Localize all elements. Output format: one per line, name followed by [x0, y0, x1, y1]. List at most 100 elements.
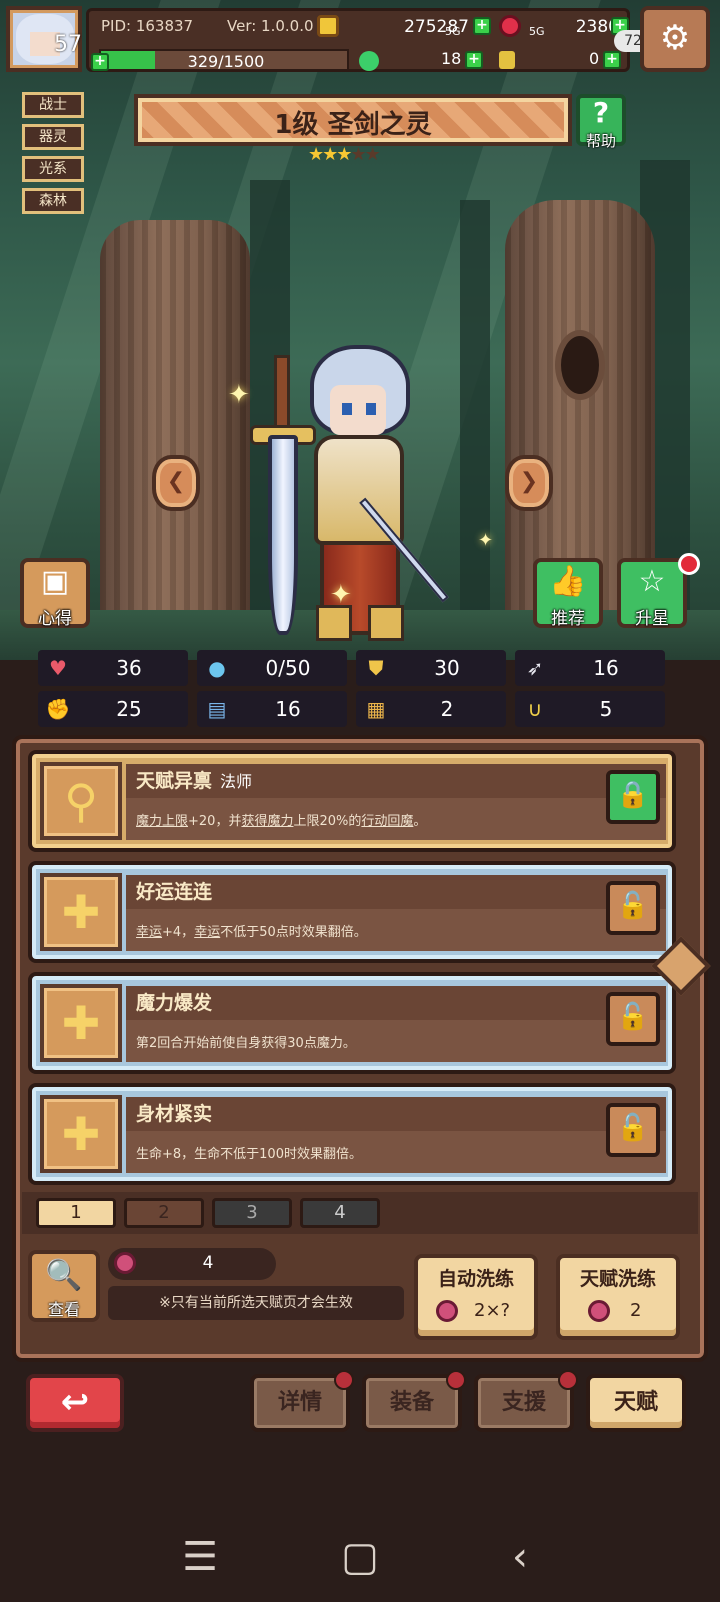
add-gold-button[interactable]: + — [473, 17, 491, 35]
stat-value: 0/50 — [265, 656, 311, 680]
insight-button[interactable]: ▣ 心得 — [20, 558, 90, 629]
talent-card[interactable]: ✚ 魔力爆发 第2回合开始前使自身获得30点魔力。 🔓 — [28, 972, 676, 1074]
talent-page-tab-1[interactable]: 1 — [36, 1198, 116, 1228]
tablet-icon: ▣ — [40, 564, 70, 599]
unlocked-padlock-icon: 🔓 — [616, 1002, 650, 1032]
wand-icon: ⚲ — [64, 774, 98, 828]
cross-icon: ✚ — [61, 1107, 101, 1161]
back-icon[interactable]: ‹ — [490, 1534, 550, 1580]
talent-icon-frame: ⚲ — [40, 762, 122, 840]
star-icon: ☆ — [638, 564, 666, 599]
talent-description-part: 幸运 — [136, 925, 163, 940]
talent-name: 好运连连 — [136, 881, 213, 903]
unlocked-padlock-icon: 🔓 — [616, 891, 650, 921]
add-energy-a-button[interactable]: + — [465, 51, 483, 69]
system-navigation-bar: ☰ ▢ ‹ — [0, 1520, 720, 1602]
stat-value: 2 — [440, 697, 454, 721]
talent-reroll-button[interactable]: 天赋洗练 2 — [556, 1254, 680, 1340]
tab-equipment-label: 装备 — [389, 1390, 434, 1415]
stat-heart: ♥ 36 — [38, 650, 188, 686]
talent-card[interactable]: ⚲ 天赋异禀 法师 魔力上限+20，并获得魔力上限20%的行动回魔。 🔒 — [28, 750, 676, 852]
thumbs-up-icon: 👍 — [549, 564, 587, 599]
next-arrow-icon: ❯ — [519, 469, 539, 494]
star-filled-icon: ★ — [308, 144, 324, 165]
tag-element: 光系 — [22, 156, 84, 182]
tab-details[interactable]: 详情 — [250, 1370, 354, 1432]
talent-description: 生命+8，生命不低于100时效果翻倍。 — [136, 1143, 362, 1162]
sparkle-icon: ✦ — [478, 530, 494, 551]
hero-star-rating: ★★★★★ — [308, 144, 408, 165]
details-notification-dot — [334, 1370, 354, 1390]
insight-label: 心得 — [38, 609, 72, 629]
star-filled-icon: ★ — [336, 144, 352, 165]
heart-icon: ♥ — [49, 656, 67, 680]
player-avatar[interactable]: 57 — [6, 6, 130, 72]
talent-description: 幸运+4，幸运不低于50点时效果翻倍。 — [136, 921, 367, 940]
talent-page-tab-3[interactable]: 3 — [212, 1198, 292, 1228]
stat-wing: ➶ 16 — [515, 650, 665, 686]
talent-description-part: 魔力上限 — [136, 814, 189, 829]
next-hero-button[interactable]: ❯ — [505, 455, 553, 511]
unlock-toggle-button[interactable]: 🔓 — [606, 992, 660, 1046]
unlock-toggle-button[interactable]: 🔓 — [606, 1103, 660, 1157]
talent-description-part: 幸运 — [194, 925, 221, 940]
support-notification-dot — [558, 1370, 578, 1390]
help-label: 帮助 — [585, 132, 616, 150]
menu-icon[interactable]: ☰ — [170, 1534, 230, 1580]
auto-reroll-button[interactable]: 自动洗练 2×? — [414, 1254, 538, 1340]
talent-description-part: +20，并 — [188, 814, 242, 829]
talent-description-part: 获得魔力 — [241, 814, 294, 829]
add-exp-button[interactable]: + — [91, 53, 109, 71]
stat-value: 16 — [593, 656, 619, 680]
auto-reroll-cost: 2×? — [474, 1300, 511, 1321]
star-empty-icon: ★ — [364, 144, 381, 165]
gear-icon: ⚙ — [659, 18, 691, 58]
back-button[interactable]: ↩ — [26, 1374, 124, 1432]
talent-description-part: 第2回合开始前使自身获得30点魔力。 — [136, 1036, 356, 1051]
talent-page-tab-2[interactable]: 2 — [124, 1198, 204, 1228]
star-up-button[interactable]: ☆ 升星 — [617, 558, 687, 629]
tab-equipment[interactable]: 装备 — [362, 1370, 466, 1432]
stat-scroll: ▦ 2 — [356, 691, 506, 727]
talent-description-part: 。 — [413, 814, 427, 829]
tab-details-label: 详情 — [277, 1390, 322, 1415]
magnifier-icon: 🔍 — [45, 1258, 83, 1293]
hero-title: 1级 圣剑之灵 — [274, 110, 432, 140]
add-energy-b-button[interactable]: + — [603, 51, 621, 69]
stat-horseshoe: ∪ 5 — [515, 691, 665, 727]
talent-card[interactable]: ✚ 好运连连 幸运+4，幸运不低于50点时效果翻倍。 🔓 — [28, 861, 676, 963]
view-label: 查看 — [47, 1300, 80, 1319]
talent-description: 第2回合开始前使自身获得30点魔力。 — [136, 1032, 356, 1051]
question-icon: ? — [592, 96, 610, 129]
shield-icon: ⛊ — [368, 656, 384, 680]
talent-name: 身材紧实 — [136, 1103, 213, 1125]
padlock-icon: 🔒 — [616, 780, 650, 810]
help-button[interactable]: ? 帮助 — [576, 94, 626, 150]
settings-button[interactable]: ⚙ — [640, 6, 710, 72]
prev-hero-button[interactable]: ❮ — [152, 455, 200, 511]
home-icon[interactable]: ▢ — [330, 1534, 390, 1580]
player-info-panel: PID: 163837 Ver: 1.0.0.0 275287 + 2380 +… — [86, 8, 630, 72]
star-up-label: 升星 — [635, 609, 669, 629]
energy-b-value: 0 — [589, 49, 600, 68]
stat-value: 16 — [275, 697, 301, 721]
talent-card[interactable]: ✚ 身材紧实生命+8，生命不低于100时效果翻倍。 🔓 — [28, 1083, 676, 1185]
auto-reroll-label: 自动洗练 — [437, 1268, 514, 1290]
network-label: 5G — [445, 25, 461, 38]
recommend-button[interactable]: 👍 推荐 — [533, 558, 603, 629]
view-button[interactable]: 🔍 查看 — [28, 1250, 100, 1322]
talent-reroll-cost: 2 — [630, 1300, 642, 1321]
potion-icon — [436, 1300, 458, 1322]
tab-talent[interactable]: 天赋 — [586, 1374, 686, 1432]
ruby-gem-icon — [499, 15, 521, 37]
lock-toggle-button[interactable]: 🔒 — [606, 770, 660, 824]
holy-sword — [250, 355, 316, 640]
potion-icon — [588, 1300, 610, 1322]
talent-description-part: 行动回魔 — [361, 814, 414, 829]
unlock-toggle-button[interactable]: 🔓 — [606, 881, 660, 935]
talent-page-tab-4[interactable]: 4 — [300, 1198, 380, 1228]
tab-support[interactable]: 支援 — [474, 1370, 578, 1432]
stat-shield: ⛊ 30 — [356, 650, 506, 686]
network-label-2: 5G — [529, 25, 545, 38]
potion-counter: 4 — [108, 1248, 276, 1280]
